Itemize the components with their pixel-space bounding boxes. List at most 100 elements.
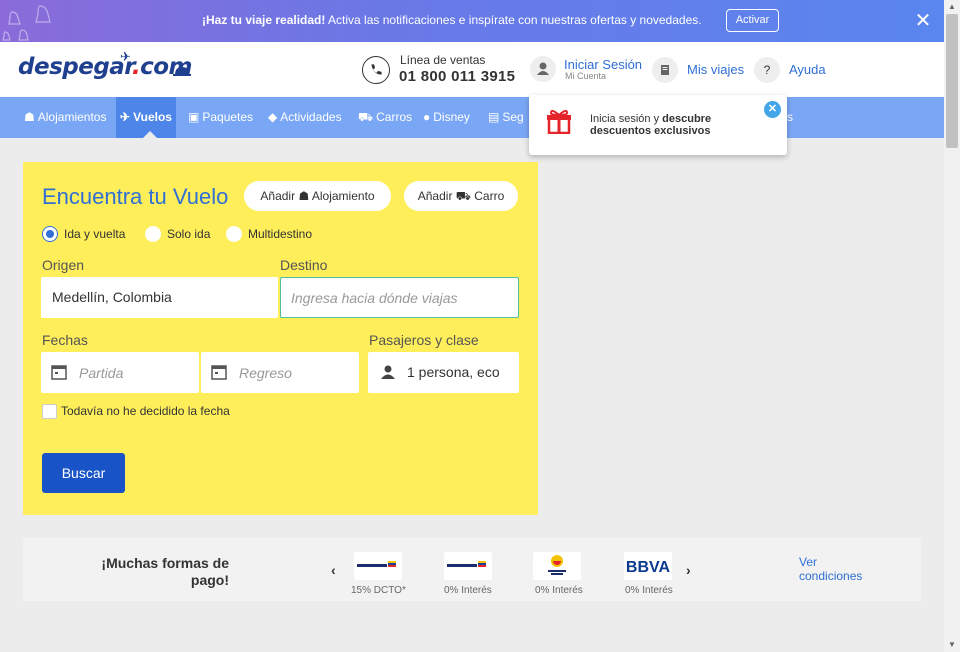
destination-input[interactable] xyxy=(291,278,518,318)
payment-title-line1: ¡Muchas formas de xyxy=(101,555,229,571)
departure-input[interactable] xyxy=(79,352,199,393)
calendar-icon xyxy=(211,365,227,380)
mickey-icon: ● xyxy=(423,110,431,124)
destination-field[interactable] xyxy=(280,277,519,318)
departure-date-field[interactable] xyxy=(41,352,199,393)
origin-field[interactable]: Medellín, Colombia xyxy=(41,277,278,318)
nav-item-alojamientos[interactable]: ☗ Alojamientos xyxy=(24,97,106,138)
banco-de-bogota-logo-icon xyxy=(548,555,566,575)
bank-logo-bancolombia xyxy=(444,552,492,580)
bed-icon: ☗ xyxy=(24,110,35,124)
view-conditions-link[interactable]: Ver condiciones xyxy=(799,555,862,583)
return-date-field[interactable] xyxy=(201,352,359,393)
nav-item-label: Alojamientos xyxy=(37,110,107,124)
radio-label: Ida y vuelta xyxy=(64,227,126,241)
passengers-label: Pasajeros y clase xyxy=(369,332,479,348)
nav-item-paquetes[interactable]: ▣ Paquetes xyxy=(188,97,253,138)
bancolombia-logo-icon xyxy=(447,561,486,567)
scroll-thumb[interactable] xyxy=(946,14,958,148)
briefcase-icon: ▤ xyxy=(488,110,500,124)
activate-notifications-button[interactable]: Activar xyxy=(726,9,779,32)
radio-dot xyxy=(145,226,161,242)
scroll-down-icon[interactable]: ▼ xyxy=(944,638,960,652)
nav-item-label: s xyxy=(787,110,793,124)
bank-caption: 15% DCTO* xyxy=(351,585,406,596)
radio-dot xyxy=(42,226,58,242)
my-account-label: Mi Cuenta xyxy=(565,71,607,81)
phone-icon xyxy=(362,56,390,84)
nav-item-disney[interactable]: ● Disney xyxy=(423,97,470,138)
radio-one-way[interactable]: Solo ida xyxy=(145,226,210,242)
logo-bell-icon xyxy=(173,67,191,76)
payment-title-line2: pago! xyxy=(190,572,229,588)
sales-phone-number[interactable]: 01 800 011 3915 xyxy=(399,68,515,85)
passengers-value: 1 persona, eco xyxy=(407,364,500,380)
plane-icon: ✈ xyxy=(120,110,131,124)
payment-title: ¡Muchas formas de pago! xyxy=(73,555,229,589)
bank-logo-banco-de-bogota xyxy=(533,552,581,580)
nav-item-label: Vuelos xyxy=(133,110,172,124)
help-link[interactable]: Ayuda xyxy=(789,62,826,77)
calendar-icon xyxy=(51,365,67,380)
chevron-left-icon[interactable]: ‹ xyxy=(331,562,336,578)
conditions-line1: Ver xyxy=(799,555,818,569)
checkbox-label: Todavía no he decidido la fecha xyxy=(61,404,230,418)
site-header: despegar.com ✈ Línea de ventas 01 800 01… xyxy=(0,42,944,97)
add-car-label-b: Carro xyxy=(474,189,505,203)
nav-item-seguros[interactable]: ▤ Seg xyxy=(488,97,524,138)
suitcase-icon: ▣ xyxy=(188,110,200,124)
bank-caption: 0% Interés xyxy=(625,585,673,596)
vertical-scrollbar[interactable]: ▲ ▼ xyxy=(944,0,960,652)
gift-icon xyxy=(547,109,571,134)
nav-item-more[interactable]: s xyxy=(787,97,793,138)
bbva-logo-icon: BBVA xyxy=(626,559,671,576)
close-icon[interactable]: ✕ xyxy=(913,11,933,31)
bank-logo-bancolombia xyxy=(354,552,402,580)
scroll-up-icon[interactable]: ▲ xyxy=(944,0,960,14)
radio-dot xyxy=(226,226,242,242)
sales-line-label: Línea de ventas xyxy=(400,53,486,67)
nav-item-actividades[interactable]: ◆ Actividades xyxy=(268,97,342,138)
nav-item-label: Actividades xyxy=(280,110,342,124)
checkbox-box[interactable] xyxy=(42,404,57,419)
search-button[interactable]: Buscar xyxy=(42,453,125,493)
bank-caption: 0% Interés xyxy=(535,585,583,596)
radio-round-trip[interactable]: Ida y vuelta xyxy=(42,226,125,242)
close-icon[interactable]: ✕ xyxy=(764,101,781,118)
login-link[interactable]: Iniciar Sesión xyxy=(564,57,642,72)
my-trips-link[interactable]: Mis viajes xyxy=(687,62,744,77)
undecided-date-checkbox[interactable]: Todavía no he decidido la fecha xyxy=(42,404,230,419)
radio-multi-destination[interactable]: Multidestino xyxy=(226,226,312,242)
return-input[interactable] xyxy=(239,352,359,393)
conditions-line2: condiciones xyxy=(799,569,863,583)
car-icon: ⛟ xyxy=(358,110,374,124)
nav-item-carros[interactable]: ⛟ Carros xyxy=(358,97,412,138)
notification-bold: ¡Haz tu viaje realidad! xyxy=(202,13,326,27)
logo-main: despegar xyxy=(18,54,132,80)
product-nav: ☗ Alojamientos ✈ Vuelos ▣ Paquetes ◆ Activid… xyxy=(0,97,944,138)
logo-plane-icon: ✈ xyxy=(120,49,131,64)
passengers-field[interactable]: 1 persona, eco xyxy=(368,352,519,393)
add-lodging-label: Añadir xyxy=(260,189,296,203)
add-car-button[interactable]: Añadir ⛟ Carro xyxy=(404,181,518,211)
trips-icon[interactable] xyxy=(652,57,678,83)
flight-search-panel: Encuentra tu Vuelo Añadir ☗ Alojamiento … xyxy=(23,162,538,515)
user-icon[interactable] xyxy=(530,56,556,82)
bank-logo-bbva: BBVA xyxy=(624,552,672,580)
active-tab-caret xyxy=(143,131,157,138)
add-lodging-button[interactable]: Añadir ☗ Alojamiento xyxy=(244,181,391,211)
help-icon[interactable]: ? xyxy=(754,57,780,83)
tooltip-text: Inicia sesión y descubre descuentos excl… xyxy=(590,113,770,137)
search-title: Encuentra tu Vuelo xyxy=(42,184,229,209)
despegar-logo[interactable]: despegar.com xyxy=(18,54,193,80)
bank-caption: 0% Interés xyxy=(444,585,492,596)
add-lodging-label-b: Alojamiento xyxy=(311,189,375,203)
nav-item-label: Paquetes xyxy=(202,110,254,124)
dates-label: Fechas xyxy=(42,332,88,348)
login-promo-tooltip: Inicia sesión y descubre descuentos excl… xyxy=(529,95,787,155)
chevron-right-icon[interactable]: › xyxy=(686,562,691,578)
bed-icon: ☗ xyxy=(298,189,310,203)
tooltip-prefix: Inicia sesión y xyxy=(590,113,663,125)
payment-methods-bar: ¡Muchas formas de pago! ‹ 15% DCTO* 0% In… xyxy=(23,538,921,601)
origin-label: Origen xyxy=(42,257,85,273)
